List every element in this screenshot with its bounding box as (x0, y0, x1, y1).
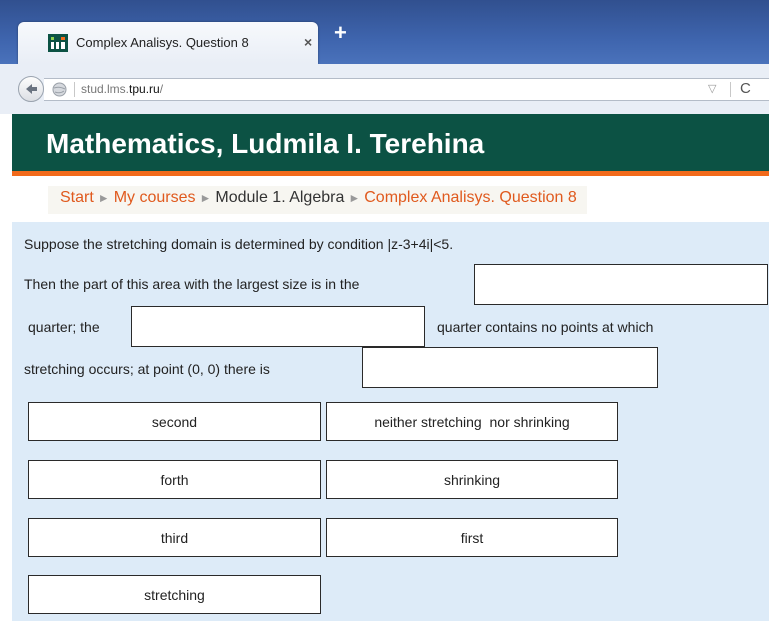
question-text-line3a: quarter; the (28, 319, 100, 335)
choice-first[interactable]: first (326, 518, 618, 557)
browser-navbar: stud.lms.tpu.ru/ ▽ C (0, 64, 769, 114)
choice-second[interactable]: second (28, 402, 321, 441)
choice-neither-stretching-nor-shrinking[interactable]: neither stretching nor shrinking (326, 402, 618, 441)
breadcrumb-separator: ► (348, 191, 361, 205)
breadcrumb-my-courses[interactable]: My courses (114, 189, 196, 206)
answer-dropzone-2[interactable] (131, 306, 425, 347)
site-header: Mathematics, Ludmila I. Terehina (12, 114, 769, 171)
reload-icon[interactable]: C (740, 80, 751, 97)
breadcrumb-separator: ► (199, 191, 212, 205)
browser-tab[interactable]: Complex Analisys. Question 8 × (18, 22, 318, 64)
address-bar[interactable]: stud.lms.tpu.ru/ ▽ C (44, 78, 769, 101)
url-separator (74, 82, 75, 97)
choice-forth[interactable]: forth (28, 460, 321, 499)
question-text-line2: Then the part of this area with the larg… (24, 276, 360, 292)
question-area: Suppose the stretching domain is determi… (12, 222, 769, 621)
answer-dropzone-3[interactable] (362, 347, 658, 388)
url-text[interactable]: stud.lms.tpu.ru/ (81, 82, 163, 96)
choice-stretching[interactable]: stretching (28, 575, 321, 614)
question-text-line4: stretching occurs; at point (0, 0) there… (24, 361, 270, 377)
choice-third[interactable]: third (28, 518, 321, 557)
breadcrumb: Start ► My courses ► Module 1. Algebra ► Compl… (48, 186, 587, 214)
tab-close-icon[interactable]: × (304, 34, 312, 50)
site-favicon-icon (48, 34, 68, 52)
url-separator (730, 82, 731, 97)
breadcrumb-start[interactable]: Start (60, 189, 94, 206)
back-button[interactable] (18, 76, 44, 102)
tab-title: Complex Analisys. Question 8 (76, 35, 249, 50)
question-text-line1: Suppose the stretching domain is determi… (24, 236, 454, 252)
url-dropdown-icon[interactable]: ▽ (708, 82, 716, 95)
course-title: Mathematics, Ludmila I. Terehina (46, 128, 485, 159)
breadcrumb-module: Module 1. Algebra (215, 189, 345, 206)
browser-titlebar: Complex Analisys. Question 8 × + (0, 0, 769, 64)
back-arrow-icon (26, 84, 37, 94)
breadcrumb-separator: ► (97, 191, 110, 205)
globe-icon (52, 82, 67, 97)
question-text-line3b: quarter contains no points at which (437, 319, 654, 335)
new-tab-button[interactable]: + (334, 22, 347, 44)
answer-dropzone-1[interactable] (474, 264, 768, 305)
breadcrumb-bar: Start ► My courses ► Module 1. Algebra ► Compl… (12, 176, 769, 218)
choice-shrinking[interactable]: shrinking (326, 460, 618, 499)
breadcrumb-question[interactable]: Complex Analisys. Question 8 (364, 189, 577, 206)
